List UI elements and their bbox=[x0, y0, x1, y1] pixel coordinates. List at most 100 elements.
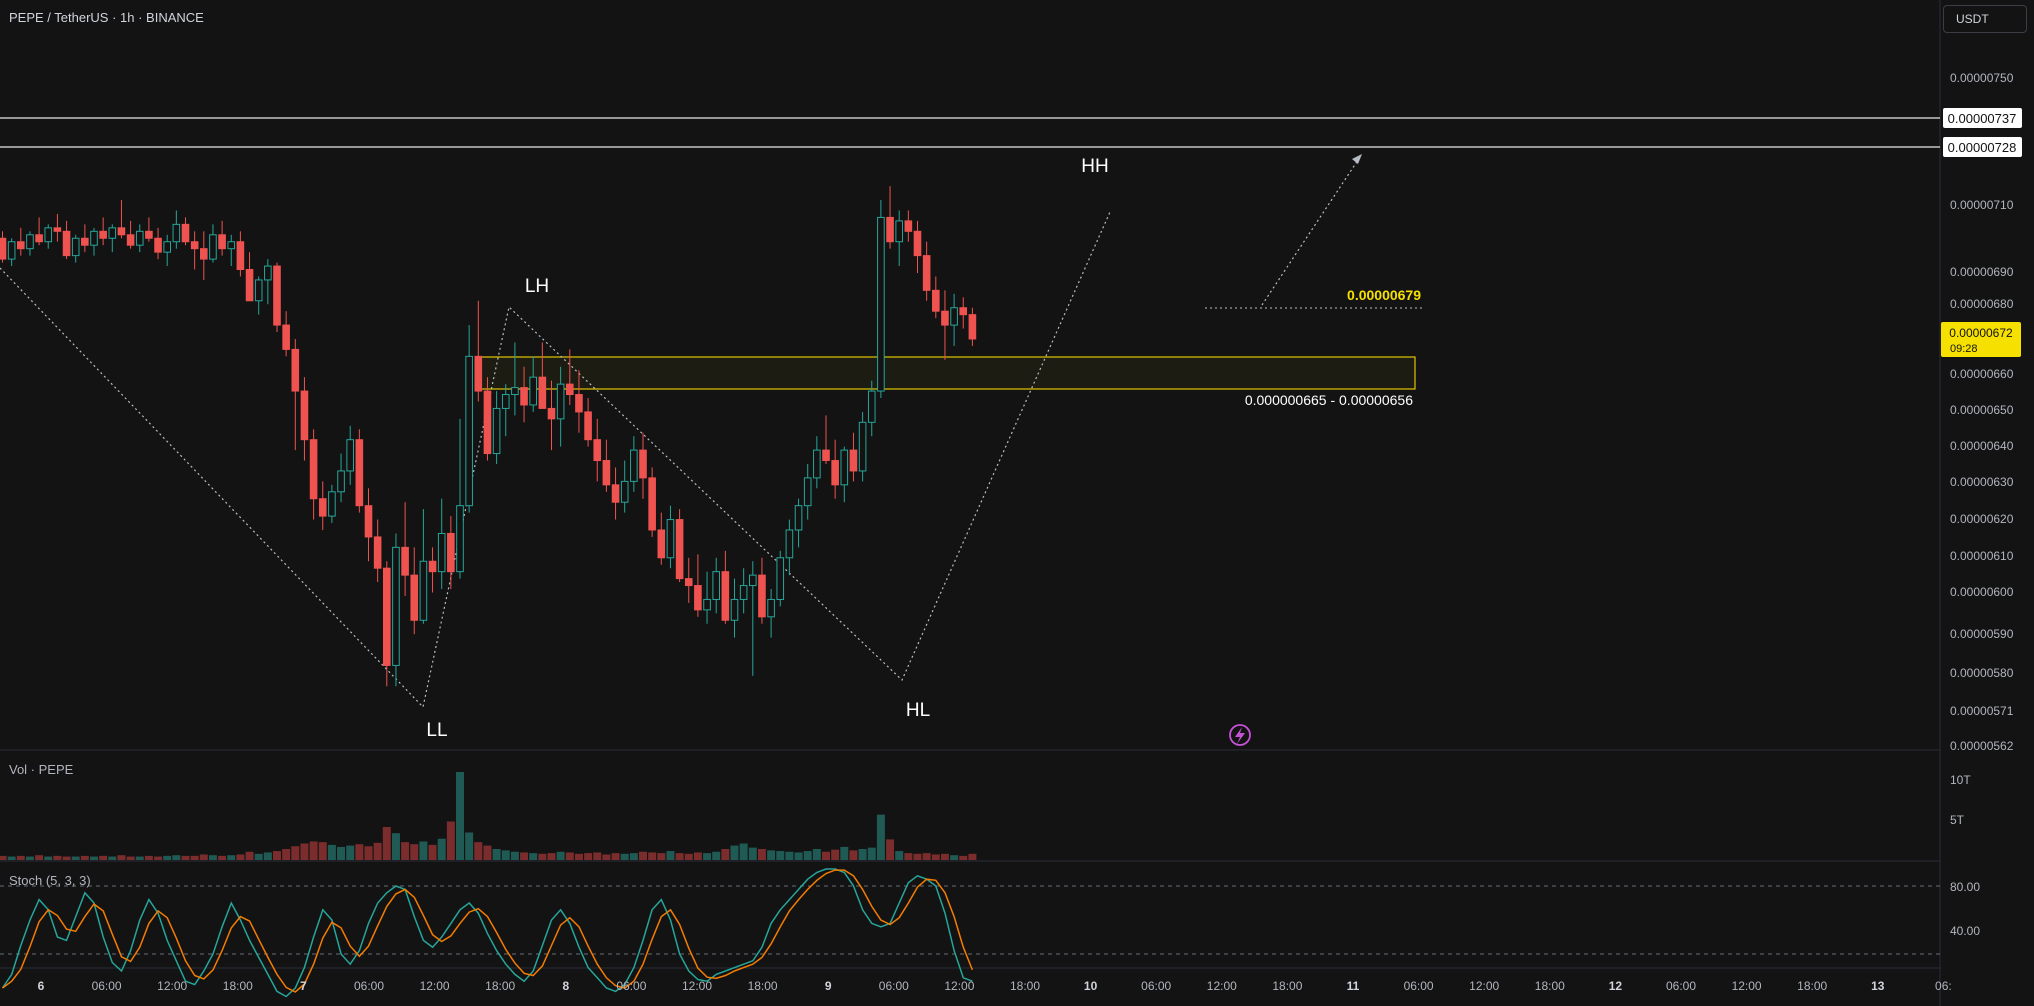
candle-up[interactable] bbox=[264, 259, 272, 305]
candle-up[interactable] bbox=[776, 550, 785, 607]
candle-up[interactable] bbox=[501, 384, 510, 437]
candle-up[interactable] bbox=[840, 446, 849, 503]
candle-down[interactable] bbox=[447, 516, 455, 590]
candle-down[interactable] bbox=[968, 307, 977, 346]
candle-up[interactable] bbox=[163, 234, 171, 267]
candle-up[interactable] bbox=[437, 498, 446, 590]
candle-down[interactable] bbox=[922, 241, 931, 301]
candle-down[interactable] bbox=[657, 512, 666, 565]
candle-down[interactable] bbox=[959, 297, 968, 329]
candle-down[interactable] bbox=[318, 481, 327, 530]
candle-up[interactable] bbox=[877, 200, 885, 399]
candle-down[interactable] bbox=[273, 262, 281, 333]
projection-line[interactable] bbox=[1261, 156, 1361, 306]
candle-up[interactable] bbox=[71, 234, 80, 263]
candle-up[interactable] bbox=[172, 210, 181, 249]
candle-down[interactable] bbox=[181, 217, 190, 246]
candle-down[interactable] bbox=[758, 557, 766, 624]
candle-up[interactable] bbox=[813, 436, 821, 489]
candle-up[interactable] bbox=[666, 505, 675, 569]
candle-down[interactable] bbox=[35, 217, 43, 246]
symbol-title[interactable]: PEPE / TetherUS · 1h · BINANCE bbox=[9, 10, 204, 25]
candle-down[interactable] bbox=[190, 231, 199, 270]
candle-up[interactable] bbox=[108, 224, 117, 253]
candle-down[interactable] bbox=[913, 220, 922, 273]
candle-down[interactable] bbox=[145, 217, 153, 242]
candle-down[interactable] bbox=[364, 488, 373, 562]
candle-up[interactable] bbox=[135, 224, 144, 253]
candle-up[interactable] bbox=[620, 460, 629, 513]
candle-down[interactable] bbox=[81, 224, 89, 253]
candle-up[interactable] bbox=[26, 231, 34, 256]
candle-down[interactable] bbox=[721, 550, 730, 624]
candle-down[interactable] bbox=[236, 231, 245, 277]
candle-down[interactable] bbox=[99, 217, 107, 246]
candle-down[interactable] bbox=[355, 429, 364, 513]
candle-up[interactable] bbox=[712, 557, 721, 614]
candle-down[interactable] bbox=[428, 547, 437, 593]
candle-down[interactable] bbox=[849, 432, 858, 482]
candle-up[interactable] bbox=[337, 453, 345, 503]
candle-up[interactable] bbox=[346, 425, 354, 485]
candle-down[interactable] bbox=[218, 220, 226, 256]
candle-down[interactable] bbox=[410, 547, 419, 635]
candle-down[interactable] bbox=[62, 220, 71, 260]
candle-down[interactable] bbox=[282, 311, 290, 357]
candle-up[interactable] bbox=[465, 325, 473, 513]
candle-down[interactable] bbox=[648, 467, 656, 537]
candle-down[interactable] bbox=[831, 439, 839, 499]
candle-down[interactable] bbox=[886, 186, 894, 249]
candle-up[interactable] bbox=[785, 519, 794, 576]
candle-down[interactable] bbox=[547, 380, 556, 451]
candle-down[interactable] bbox=[822, 415, 830, 465]
swing-path[interactable] bbox=[0, 211, 1111, 709]
candle-down[interactable] bbox=[126, 220, 135, 249]
demand-zone[interactable] bbox=[476, 356, 1416, 390]
candle-up[interactable] bbox=[703, 571, 711, 624]
candle-down[interactable] bbox=[154, 227, 162, 260]
lightning-icon[interactable] bbox=[1229, 724, 1251, 746]
candle-down[interactable] bbox=[200, 231, 208, 280]
candle-up[interactable] bbox=[419, 509, 428, 624]
candle-down[interactable] bbox=[401, 502, 409, 596]
currency-button[interactable]: USDT bbox=[1943, 5, 2027, 33]
candle-down[interactable] bbox=[53, 213, 62, 242]
candle-down[interactable] bbox=[941, 290, 949, 360]
candle-down[interactable] bbox=[0, 231, 7, 263]
candle-down[interactable] bbox=[309, 429, 318, 520]
candle-up[interactable] bbox=[456, 418, 464, 579]
candle-up[interactable] bbox=[392, 533, 400, 687]
candle-down[interactable] bbox=[17, 227, 25, 256]
candle-down[interactable] bbox=[611, 467, 620, 520]
candle-down[interactable] bbox=[694, 554, 702, 617]
trading-chart[interactable]: LL LH HL HH 0.00000679 0.000000665 - 0.000006… bbox=[0, 0, 2034, 1006]
volume-pane-title[interactable]: Vol · PEPE bbox=[9, 762, 73, 777]
candle-up[interactable] bbox=[90, 227, 98, 256]
candle-down[interactable] bbox=[932, 276, 940, 319]
candle-up[interactable] bbox=[254, 276, 263, 315]
candle-down[interactable] bbox=[483, 377, 492, 461]
candle-up[interactable] bbox=[739, 568, 748, 614]
candle-down[interactable] bbox=[675, 509, 684, 583]
candle-up[interactable] bbox=[492, 391, 501, 465]
candle-up[interactable] bbox=[749, 561, 757, 676]
candle-down[interactable] bbox=[584, 398, 592, 447]
candle-down[interactable] bbox=[383, 561, 391, 687]
candle-up[interactable] bbox=[209, 224, 217, 263]
candle-up[interactable] bbox=[630, 436, 638, 492]
candle-up[interactable] bbox=[767, 589, 775, 638]
candle-down[interactable] bbox=[245, 252, 254, 302]
candle-down[interactable] bbox=[684, 557, 693, 603]
candle-down[interactable] bbox=[117, 200, 126, 239]
candle-down[interactable] bbox=[474, 300, 483, 402]
candle-up[interactable] bbox=[950, 293, 958, 346]
candle-up[interactable] bbox=[803, 464, 812, 520]
candle-up[interactable] bbox=[7, 238, 16, 267]
candle-down[interactable] bbox=[602, 439, 611, 492]
candle-down[interactable] bbox=[373, 519, 382, 583]
candle-up[interactable] bbox=[328, 484, 336, 524]
candle-up[interactable] bbox=[895, 210, 904, 267]
candle-down[interactable] bbox=[904, 210, 913, 242]
candle-down[interactable] bbox=[300, 377, 309, 461]
candle-up[interactable] bbox=[794, 498, 803, 548]
